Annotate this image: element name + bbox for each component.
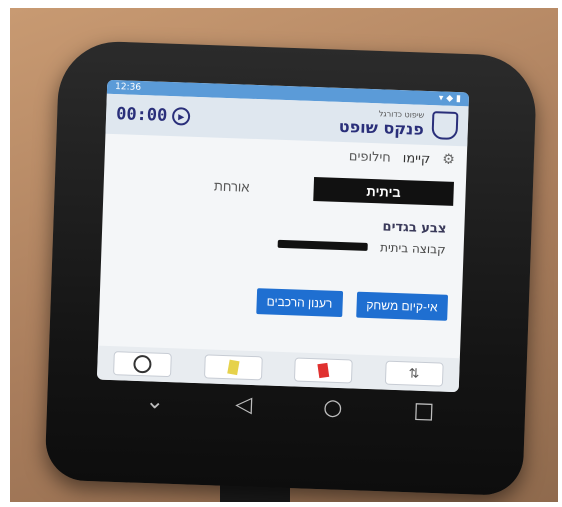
home-icon[interactable]: ○ bbox=[323, 395, 343, 421]
status-time: 12:36 bbox=[114, 82, 142, 93]
app-title: פנקס שופט bbox=[338, 116, 425, 139]
gear-icon[interactable]: ⚙ bbox=[442, 152, 455, 168]
status-icons: ▾ ◆ ▮ bbox=[438, 93, 462, 105]
recent-apps-icon[interactable]: □ bbox=[413, 398, 435, 424]
action-buttons: אי-קיום משחק רענון הרכבים bbox=[113, 283, 449, 321]
red-card-button[interactable] bbox=[294, 357, 353, 384]
substitution-button[interactable]: ⇅ bbox=[384, 360, 444, 387]
team-toggle: ביתית אורחת bbox=[115, 170, 454, 206]
cancel-match-button[interactable]: אי-קיום משחק bbox=[355, 291, 449, 321]
shield-icon bbox=[431, 111, 459, 141]
tab-substitutions[interactable]: חילופים bbox=[349, 149, 391, 165]
yellow-card-icon bbox=[226, 359, 240, 376]
goal-button[interactable] bbox=[113, 351, 173, 378]
red-card-icon bbox=[317, 362, 330, 379]
yellow-card-button[interactable] bbox=[203, 354, 263, 381]
timer-value: 00:00 bbox=[115, 104, 168, 126]
home-kit-swatch[interactable] bbox=[278, 239, 369, 251]
home-kit-row: קבוצה ביתית bbox=[120, 231, 446, 257]
refresh-lineups-button[interactable]: רענון הרכבים bbox=[256, 288, 343, 318]
swap-icon: ⇅ bbox=[408, 365, 420, 382]
app-title-block: שיפוט כדורגל פנקס שופט bbox=[338, 108, 459, 141]
away-team-button[interactable]: אורחת bbox=[161, 172, 302, 201]
nav-down-icon[interactable]: ⌄ bbox=[145, 388, 164, 414]
soccer-ball-icon bbox=[133, 354, 152, 374]
back-icon[interactable]: ◁ bbox=[235, 392, 253, 418]
match-timer[interactable]: 00:00 ▶ bbox=[116, 104, 191, 127]
tab-report[interactable]: קיימו bbox=[403, 151, 431, 167]
home-team-button[interactable]: ביתית bbox=[313, 177, 454, 206]
phone-screen: 12:36 ▾ ◆ ▮ 00:00 ▶ שיפוט כדורגל פנקס שו… bbox=[96, 79, 470, 393]
photo-background: 12:36 ▾ ◆ ▮ 00:00 ▶ שיפוט כדורגל פנקס שו… bbox=[10, 8, 558, 502]
play-icon[interactable]: ▶ bbox=[171, 107, 191, 126]
home-kit-label: קבוצה ביתית bbox=[379, 240, 446, 257]
